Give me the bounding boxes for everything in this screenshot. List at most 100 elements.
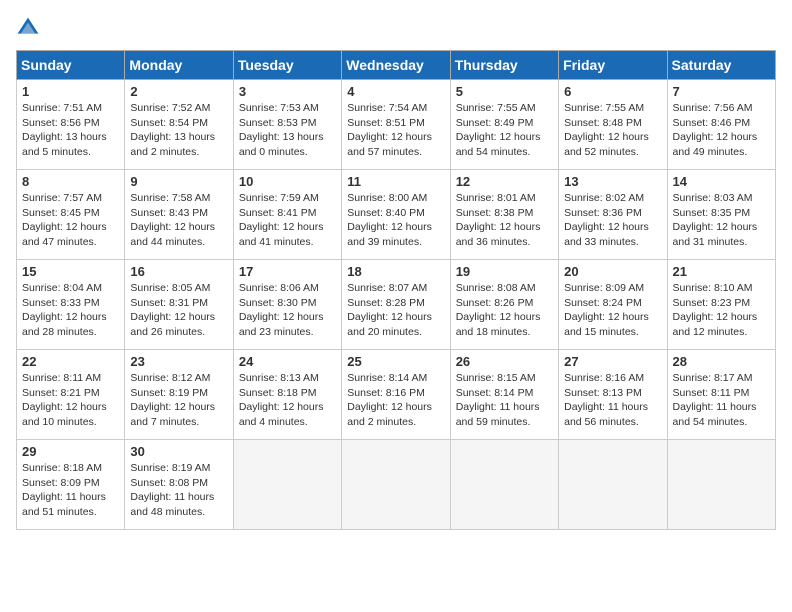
calendar-row: 29 Sunrise: 8:18 AMSunset: 8:09 PMDayligh… — [17, 440, 776, 530]
day-number: 18 — [347, 264, 444, 279]
table-row — [667, 440, 775, 530]
calendar-header-row: Sunday Monday Tuesday Wednesday Thursday… — [17, 51, 776, 80]
day-number: 2 — [130, 84, 227, 99]
day-number: 1 — [22, 84, 119, 99]
day-number: 9 — [130, 174, 227, 189]
table-row: 9 Sunrise: 7:58 AMSunset: 8:43 PMDaylight… — [125, 170, 233, 260]
day-info: Sunrise: 7:51 AMSunset: 8:56 PMDaylight:… — [22, 101, 119, 160]
calendar-row: 22Sunrise: 8:11 AMSunset: 8:21 PMDayligh… — [17, 350, 776, 440]
table-row: 24Sunrise: 8:13 AMSunset: 8:18 PMDayligh… — [233, 350, 341, 440]
day-number: 27 — [564, 354, 661, 369]
day-number: 8 — [22, 174, 119, 189]
day-number: 21 — [673, 264, 770, 279]
table-row: 12Sunrise: 8:01 AMSunset: 8:38 PMDayligh… — [450, 170, 558, 260]
table-row: 28 Sunrise: 8:17 AMSunset: 8:11 PMDayligh… — [667, 350, 775, 440]
day-info: Sunrise: 7:53 AMSunset: 8:53 PMDaylight:… — [239, 101, 336, 160]
day-number: 26 — [456, 354, 553, 369]
day-info: Sunrise: 8:05 AMSunset: 8:31 PMDaylight:… — [130, 281, 227, 340]
table-row: 1 Sunrise: 7:51 AMSunset: 8:56 PMDaylight… — [17, 80, 125, 170]
day-info: Sunrise: 8:09 AMSunset: 8:24 PMDaylight:… — [564, 281, 661, 340]
day-info: Sunrise: 8:16 AMSunset: 8:13 PMDaylight:… — [564, 371, 661, 430]
day-info: Sunrise: 8:08 AMSunset: 8:26 PMDaylight:… — [456, 281, 553, 340]
day-number: 12 — [456, 174, 553, 189]
day-info: Sunrise: 7:58 AMSunset: 8:43 PMDaylight:… — [130, 191, 227, 250]
day-info: Sunrise: 7:56 AMSunset: 8:46 PMDaylight:… — [673, 101, 770, 160]
table-row — [559, 440, 667, 530]
table-row: 21 Sunrise: 8:10 AMSunset: 8:23 PMDayligh… — [667, 260, 775, 350]
day-info: Sunrise: 8:17 AMSunset: 8:11 PMDaylight:… — [673, 371, 770, 430]
logo — [16, 16, 44, 40]
table-row: 2Sunrise: 7:52 AMSunset: 8:54 PMDaylight… — [125, 80, 233, 170]
calendar-row: 15Sunrise: 8:04 AMSunset: 8:33 PMDayligh… — [17, 260, 776, 350]
day-info: Sunrise: 8:04 AMSunset: 8:33 PMDaylight:… — [22, 281, 119, 340]
day-info: Sunrise: 8:07 AMSunset: 8:28 PMDaylight:… — [347, 281, 444, 340]
day-info: Sunrise: 8:19 AMSunset: 8:08 PMDaylight:… — [130, 461, 227, 520]
table-row: 16Sunrise: 8:05 AMSunset: 8:31 PMDayligh… — [125, 260, 233, 350]
day-info: Sunrise: 8:00 AMSunset: 8:40 PMDaylight:… — [347, 191, 444, 250]
calendar-body: 1 Sunrise: 7:51 AMSunset: 8:56 PMDaylight… — [17, 80, 776, 530]
day-number: 20 — [564, 264, 661, 279]
table-row: 25 Sunrise: 8:14 AMSunset: 8:16 PMDayligh… — [342, 350, 450, 440]
table-row: 8 Sunrise: 7:57 AMSunset: 8:45 PMDaylight… — [17, 170, 125, 260]
calendar-row: 8 Sunrise: 7:57 AMSunset: 8:45 PMDaylight… — [17, 170, 776, 260]
table-row: 18 Sunrise: 8:07 AMSunset: 8:28 PMDayligh… — [342, 260, 450, 350]
day-number: 3 — [239, 84, 336, 99]
table-row: 22Sunrise: 8:11 AMSunset: 8:21 PMDayligh… — [17, 350, 125, 440]
day-number: 6 — [564, 84, 661, 99]
col-sunday: Sunday — [17, 51, 125, 80]
day-number: 23 — [130, 354, 227, 369]
table-row — [342, 440, 450, 530]
table-row: 20 Sunrise: 8:09 AMSunset: 8:24 PMDayligh… — [559, 260, 667, 350]
table-row: 7 Sunrise: 7:56 AMSunset: 8:46 PMDaylight… — [667, 80, 775, 170]
calendar-table: Sunday Monday Tuesday Wednesday Thursday… — [16, 50, 776, 530]
logo-icon — [16, 16, 40, 40]
day-number: 11 — [347, 174, 444, 189]
col-friday: Friday — [559, 51, 667, 80]
day-info: Sunrise: 8:15 AMSunset: 8:14 PMDaylight:… — [456, 371, 553, 430]
table-row: 5 Sunrise: 7:55 AMSunset: 8:49 PMDaylight… — [450, 80, 558, 170]
day-number: 25 — [347, 354, 444, 369]
col-monday: Monday — [125, 51, 233, 80]
day-number: 19 — [456, 264, 553, 279]
calendar-row: 1 Sunrise: 7:51 AMSunset: 8:56 PMDaylight… — [17, 80, 776, 170]
day-number: 29 — [22, 444, 119, 459]
day-number: 5 — [456, 84, 553, 99]
table-row: 15Sunrise: 8:04 AMSunset: 8:33 PMDayligh… — [17, 260, 125, 350]
day-info: Sunrise: 8:02 AMSunset: 8:36 PMDaylight:… — [564, 191, 661, 250]
day-info: Sunrise: 8:10 AMSunset: 8:23 PMDaylight:… — [673, 281, 770, 340]
table-row: 27 Sunrise: 8:16 AMSunset: 8:13 PMDayligh… — [559, 350, 667, 440]
day-info: Sunrise: 8:14 AMSunset: 8:16 PMDaylight:… — [347, 371, 444, 430]
table-row: 26 Sunrise: 8:15 AMSunset: 8:14 PMDayligh… — [450, 350, 558, 440]
day-number: 14 — [673, 174, 770, 189]
day-number: 28 — [673, 354, 770, 369]
table-row: 11 Sunrise: 8:00 AMSunset: 8:40 PMDayligh… — [342, 170, 450, 260]
day-info: Sunrise: 7:59 AMSunset: 8:41 PMDaylight:… — [239, 191, 336, 250]
day-number: 10 — [239, 174, 336, 189]
day-info: Sunrise: 7:55 AMSunset: 8:49 PMDaylight:… — [456, 101, 553, 160]
table-row: 10 Sunrise: 7:59 AMSunset: 8:41 PMDayligh… — [233, 170, 341, 260]
day-number: 7 — [673, 84, 770, 99]
table-row — [233, 440, 341, 530]
col-tuesday: Tuesday — [233, 51, 341, 80]
day-number: 4 — [347, 84, 444, 99]
table-row: 4Sunrise: 7:54 AMSunset: 8:51 PMDaylight… — [342, 80, 450, 170]
day-info: Sunrise: 8:06 AMSunset: 8:30 PMDaylight:… — [239, 281, 336, 340]
day-number: 17 — [239, 264, 336, 279]
table-row: 30 Sunrise: 8:19 AMSunset: 8:08 PMDayligh… — [125, 440, 233, 530]
page-header — [16, 16, 776, 40]
col-saturday: Saturday — [667, 51, 775, 80]
day-info: Sunrise: 7:57 AMSunset: 8:45 PMDaylight:… — [22, 191, 119, 250]
table-row: 13Sunrise: 8:02 AMSunset: 8:36 PMDayligh… — [559, 170, 667, 260]
table-row: 19 Sunrise: 8:08 AMSunset: 8:26 PMDayligh… — [450, 260, 558, 350]
col-wednesday: Wednesday — [342, 51, 450, 80]
table-row — [450, 440, 558, 530]
day-info: Sunrise: 8:03 AMSunset: 8:35 PMDaylight:… — [673, 191, 770, 250]
table-row: 23 Sunrise: 8:12 AMSunset: 8:19 PMDayligh… — [125, 350, 233, 440]
table-row: 6 Sunrise: 7:55 AMSunset: 8:48 PMDaylight… — [559, 80, 667, 170]
day-info: Sunrise: 8:12 AMSunset: 8:19 PMDaylight:… — [130, 371, 227, 430]
day-info: Sunrise: 8:18 AMSunset: 8:09 PMDaylight:… — [22, 461, 119, 520]
day-info: Sunrise: 7:55 AMSunset: 8:48 PMDaylight:… — [564, 101, 661, 160]
day-number: 30 — [130, 444, 227, 459]
day-info: Sunrise: 8:11 AMSunset: 8:21 PMDaylight:… — [22, 371, 119, 430]
day-number: 24 — [239, 354, 336, 369]
